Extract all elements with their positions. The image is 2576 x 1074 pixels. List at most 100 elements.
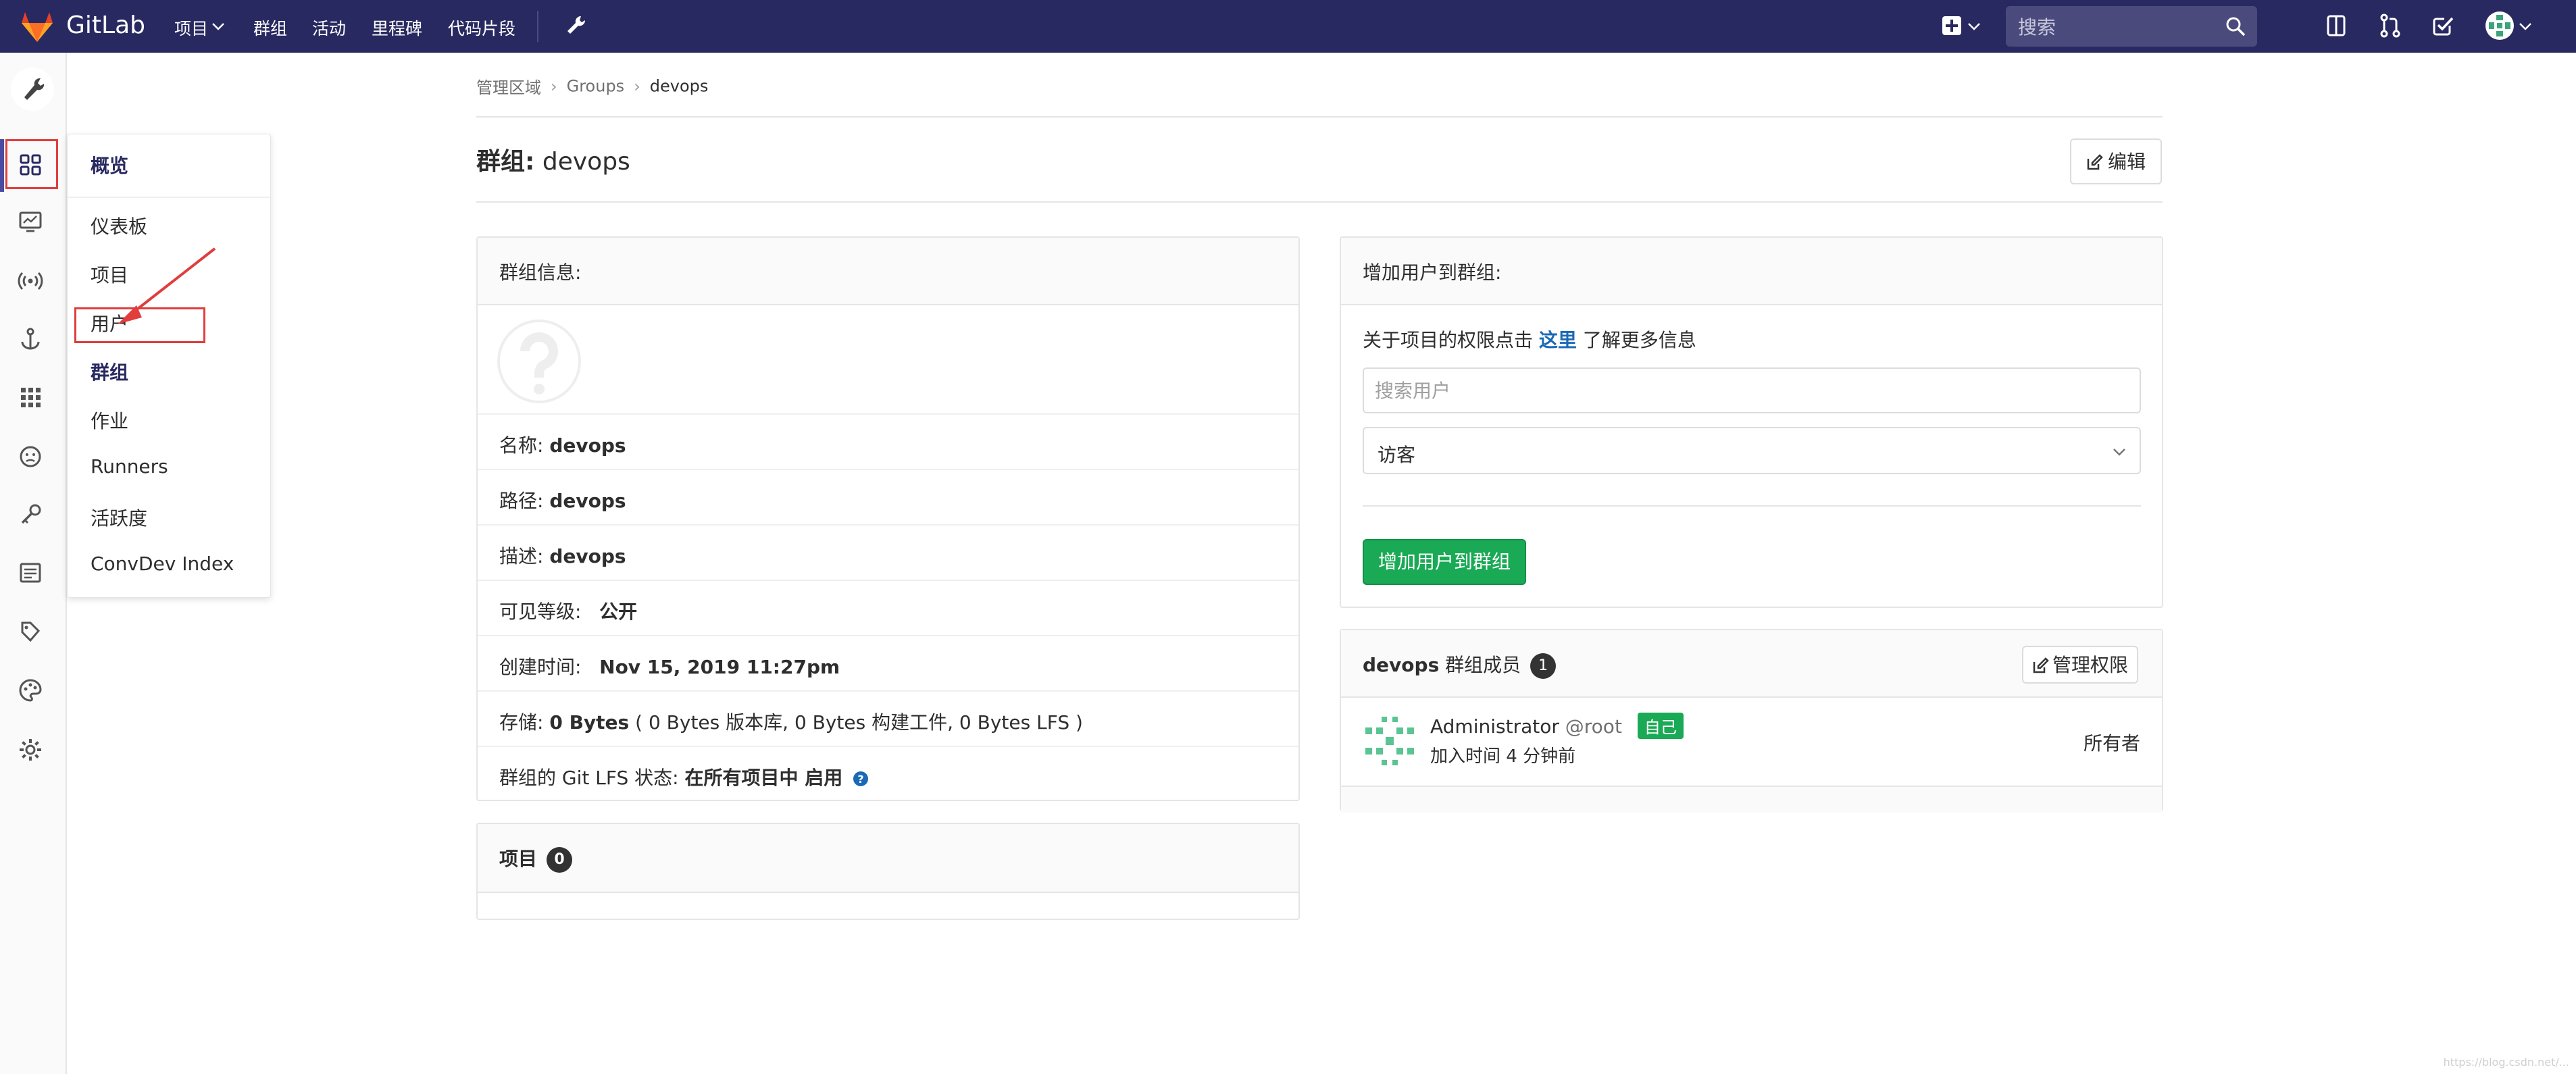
flyout-item-dashboard[interactable]: 仪表板 xyxy=(91,212,147,239)
lfs-status: 在所有项目中 启用 xyxy=(684,767,843,789)
flyout-item-activity[interactable]: 活跃度 xyxy=(91,504,147,531)
broadcast-icon[interactable] xyxy=(17,267,44,295)
edit-icon xyxy=(2087,154,2103,170)
member-avatar[interactable] xyxy=(1363,714,1417,768)
gitlab-logo-icon[interactable] xyxy=(19,8,55,45)
add-user-title: 增加用户到群组: xyxy=(1363,261,1502,284)
nav-groups[interactable]: 群组 xyxy=(253,16,287,40)
admin-sidebar xyxy=(0,53,67,1074)
group-info-header: 群组信息: xyxy=(478,238,1298,305)
permissions-info-text-after: 了解更多信息 xyxy=(1582,329,1696,351)
hooks-anchor-icon[interactable] xyxy=(17,326,44,353)
access-level-select[interactable]: 访客 xyxy=(1363,427,2141,474)
settings-gear-icon[interactable] xyxy=(17,736,44,763)
avatar[interactable] xyxy=(2485,11,2515,41)
brand-name[interactable]: GitLab xyxy=(66,11,145,39)
edit-button-label: 编辑 xyxy=(2107,151,2146,173)
nav-divider xyxy=(537,11,538,42)
monitoring-icon[interactable] xyxy=(17,208,44,235)
visibility-value: 公开 xyxy=(599,600,638,623)
member-name[interactable]: Administrator xyxy=(1430,715,1559,738)
member-identity: Administrator @root 自己 xyxy=(1430,713,1684,739)
storage-label: 存储: xyxy=(499,711,544,734)
breadcrumb: 管理区域 › Groups › devops xyxy=(476,74,708,98)
issues-icon[interactable] xyxy=(2323,12,2350,39)
title-divider xyxy=(476,201,2163,203)
group-avatar-placeholder-icon xyxy=(497,319,581,403)
chevron-down-icon xyxy=(2113,449,2125,456)
name-label: 名称: xyxy=(499,434,544,457)
page-title-prefix: 群组: xyxy=(476,148,535,176)
page-title-name: devops xyxy=(542,148,630,176)
search-input[interactable] xyxy=(2017,13,2222,41)
breadcrumb-admin-area[interactable]: 管理区域 xyxy=(476,78,541,97)
projects-header: 项目 0 xyxy=(478,824,1298,893)
abuse-reports-icon[interactable] xyxy=(17,443,44,470)
members-title: 群组成员 xyxy=(1445,654,1521,676)
messages-icon[interactable] xyxy=(17,559,44,586)
projects-count-badge: 0 xyxy=(547,847,573,873)
breadcrumb-groups[interactable]: Groups xyxy=(567,77,625,96)
page-title: 群组: devops xyxy=(476,142,630,177)
flyout-item-runners[interactable]: Runners xyxy=(91,455,168,478)
info-row-storage: 存储: 0 Bytes ( 0 Bytes 版本库, 0 Bytes 构建工件,… xyxy=(478,690,1298,746)
members-group-name: devops xyxy=(1363,654,1440,676)
overview-grid-icon[interactable] xyxy=(17,151,44,178)
search-icon[interactable] xyxy=(2225,16,2246,37)
storage-total: 0 Bytes xyxy=(549,711,630,734)
flyout-divider xyxy=(68,197,270,198)
plus-square-icon[interactable] xyxy=(1940,12,1967,39)
nav-milestones[interactable]: 里程碑 xyxy=(372,16,422,40)
members-count-badge: 1 xyxy=(1530,653,1557,679)
member-joined: 加入时间 4 分钟前 xyxy=(1430,746,1576,767)
flyout-item-groups[interactable]: 群组 xyxy=(91,358,128,385)
flyout-item-convdev-index[interactable]: ConvDev Index xyxy=(91,553,234,575)
permissions-info: 关于项目的权限点击 这里 了解更多信息 xyxy=(1363,326,1696,353)
wrench-icon xyxy=(24,78,45,100)
member-username: @root xyxy=(1565,715,1622,738)
info-row-path: 路径: devops xyxy=(478,469,1298,524)
manage-access-button[interactable]: 管理权限 xyxy=(2022,646,2138,684)
permissions-info-text: 关于项目的权限点击 xyxy=(1363,329,1534,351)
admin-area-avatar[interactable] xyxy=(11,68,54,111)
nav-snippets[interactable]: 代码片段 xyxy=(448,16,515,40)
add-user-header: 增加用户到群组: xyxy=(1341,238,2162,305)
path-value: devops xyxy=(549,490,626,512)
help-icon[interactable]: ? xyxy=(853,771,869,787)
key-icon[interactable] xyxy=(17,501,44,528)
storage-detail: ( 0 Bytes 版本库, 0 Bytes 构建工件, 0 Bytes LFS… xyxy=(635,711,1083,734)
path-label: 路径: xyxy=(499,490,544,512)
flyout-item-jobs[interactable]: 作业 xyxy=(91,407,128,434)
member-role: 所有者 xyxy=(2083,732,2140,755)
permissions-help-link[interactable]: 这里 xyxy=(1539,329,1577,351)
appearance-palette-icon[interactable] xyxy=(17,677,44,704)
search-box[interactable] xyxy=(2006,6,2257,47)
wrench-icon[interactable] xyxy=(562,12,589,39)
user-search-input[interactable] xyxy=(1363,367,2141,413)
applications-icon[interactable] xyxy=(17,384,44,411)
flyout-header-overview[interactable]: 概览 xyxy=(91,151,128,178)
chevron-down-icon[interactable] xyxy=(211,22,225,31)
created-value: Nov 15, 2019 11:27pm xyxy=(599,656,840,678)
member-row: Administrator @root 自己 加入时间 4 分钟前 所有者 xyxy=(1341,698,2162,786)
nav-projects[interactable]: 项目 xyxy=(174,16,208,40)
manage-access-label: 管理权限 xyxy=(2052,654,2128,676)
created-label: 创建时间: xyxy=(499,656,582,678)
chevron-down-icon[interactable] xyxy=(1967,22,1981,31)
edit-button[interactable]: 编辑 xyxy=(2070,138,2162,184)
chevron-down-icon[interactable] xyxy=(2519,22,2532,31)
add-user-to-group-button[interactable]: 增加用户到群组 xyxy=(1363,539,1526,585)
breadcrumb-devops[interactable]: devops xyxy=(650,77,709,96)
nav-activity[interactable]: 活动 xyxy=(312,16,346,40)
top-navbar: GitLab 项目 群组 活动 里程碑 代码片段 xyxy=(0,0,2576,53)
merge-request-icon[interactable] xyxy=(2377,12,2404,39)
form-divider xyxy=(1363,505,2141,507)
svg-text:?: ? xyxy=(858,773,864,786)
info-row-visibility: 可见等级: 公开 xyxy=(478,580,1298,635)
projects-title: 项目 xyxy=(499,848,538,870)
todo-icon[interactable] xyxy=(2429,12,2456,39)
description-label: 描述: xyxy=(499,545,544,567)
members-footer xyxy=(1341,786,2162,813)
info-row-name: 名称: devops xyxy=(478,413,1298,469)
labels-icon[interactable] xyxy=(17,619,44,646)
